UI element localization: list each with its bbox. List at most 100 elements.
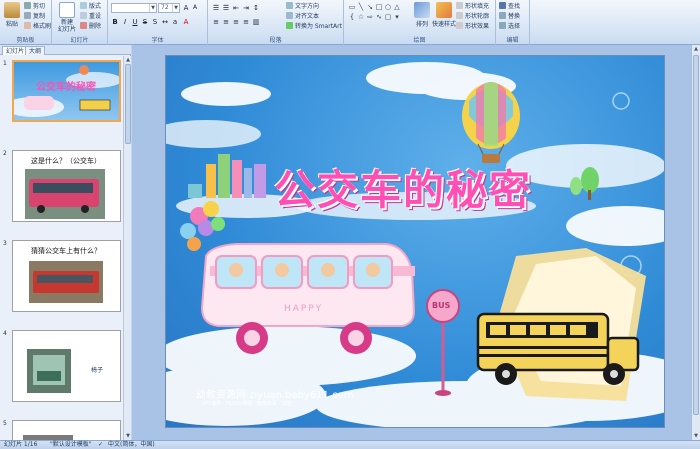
website-credit[interactable]: 幼教资源网 ziyuan.baby611.com — [196, 386, 353, 401]
triangle-shape-icon[interactable]: △ — [393, 3, 401, 11]
slide-thumbnail-4[interactable]: 4 椅子 — [0, 330, 122, 402]
shape-outline-button[interactable]: 形状轮廓 — [456, 12, 489, 21]
more-shapes-icon[interactable]: ▾ — [393, 13, 401, 21]
format-painter-button[interactable]: 格式刷 — [24, 22, 51, 31]
strikethrough-icon[interactable]: S — [141, 18, 149, 26]
chevron-down-icon[interactable]: ▼ — [149, 4, 156, 12]
scroll-down-icon[interactable]: ▼ — [692, 432, 700, 440]
tab-outline[interactable]: 大纲 — [25, 46, 46, 55]
numbering-icon[interactable]: ☰ — [222, 4, 230, 12]
slide-thumbnail-5[interactable]: 5 — [0, 420, 122, 440]
arrange-button[interactable]: 排列 — [412, 2, 432, 28]
slide-info: 幻灯片 1/16 — [4, 441, 38, 448]
smartart-button[interactable]: 转换为 SmartArt — [286, 22, 342, 31]
align-center-icon[interactable]: ≡ — [222, 18, 230, 26]
curve-shape-icon[interactable]: ∿ — [375, 13, 383, 21]
new-slide-button[interactable]: 新建 幻灯片 — [56, 2, 78, 33]
quick-styles-icon — [436, 2, 452, 18]
status-bar: 幻灯片 1/16 "默认设计模板" ✓ 中文(简体，中国) — [0, 440, 700, 449]
replace-button[interactable]: 替换 — [499, 12, 520, 21]
case-icon[interactable]: a — [171, 18, 179, 26]
decrease-indent-icon[interactable]: ⇤ — [232, 4, 240, 12]
italic-icon[interactable]: I — [121, 18, 129, 26]
font-group: ▼ 72 ▼ A A B I U S S ↔ a A 字体 — [108, 0, 208, 45]
spelling-icon[interactable]: ✓ — [98, 441, 103, 449]
new-slide-icon — [59, 2, 75, 18]
thumbnail-image: 公交车的秘密 — [12, 60, 121, 122]
slide-thumbnail-1[interactable]: 1 公交车的秘密 — [0, 60, 122, 122]
copy-button[interactable]: 复制 — [24, 12, 45, 21]
rounded-rect-shape-icon[interactable]: ▢ — [384, 13, 392, 21]
slide1-thumbnail-art: 公交车的秘密 — [14, 65, 119, 117]
svg-text:公交车的秘密: 公交车的秘密 — [36, 80, 96, 93]
justify-icon[interactable]: ≡ — [242, 18, 250, 26]
scroll-up-icon[interactable]: ▲ — [124, 56, 132, 64]
line-shape-icon[interactable]: ╲ — [357, 3, 365, 11]
scroll-up-icon[interactable]: ▲ — [692, 45, 700, 53]
pen-icon — [456, 12, 463, 19]
line-spacing-icon[interactable]: ↕ — [252, 4, 260, 12]
oval-shape-icon[interactable]: ○ — [384, 3, 392, 11]
slide-thumbnail-3[interactable]: 3 猜猜公交车上有什么？ — [0, 240, 122, 312]
shape-effects-button[interactable]: 形状效果 — [456, 22, 489, 31]
buildings — [188, 154, 266, 198]
replace-icon — [499, 12, 506, 19]
quick-styles-button[interactable]: 快速样式 — [432, 2, 456, 28]
text-direction-button[interactable]: 文字方向 — [286, 2, 319, 11]
chevron-down-icon[interactable]: ▼ — [172, 4, 179, 12]
right-arrow-shape-icon[interactable]: ⇨ — [366, 13, 374, 21]
slide-title: 这是什么？（公交车） — [31, 157, 101, 165]
textbox-shape-icon[interactable]: ▭ — [348, 3, 356, 11]
paste-button[interactable]: 粘贴 — [2, 2, 22, 28]
pane-scrollbar[interactable]: ▲ ▼ — [123, 56, 131, 440]
reset-button[interactable]: 重设 — [80, 12, 101, 21]
clipboard-group-label: 剪贴板 — [16, 37, 35, 44]
layout-button[interactable]: 版式 — [80, 2, 101, 11]
columns-icon[interactable]: ▥ — [252, 18, 260, 26]
scroll-thumb[interactable] — [693, 55, 699, 415]
spacing-icon[interactable]: ↔ — [161, 18, 169, 26]
align-left-icon[interactable]: ≡ — [212, 18, 220, 26]
increase-indent-icon[interactable]: ⇥ — [242, 4, 250, 12]
slide-scrollbar[interactable]: ▲ ▼ — [691, 45, 700, 440]
ribbon: 粘贴 剪切 复制 格式刷 剪贴板 新建 幻灯片 版式 重设 删除 幻灯片 ▼ 7… — [0, 0, 700, 45]
thumbnail-image — [12, 420, 121, 440]
bold-icon[interactable]: B — [111, 18, 119, 26]
cut-button[interactable]: 剪切 — [24, 2, 45, 11]
slide-illustration — [166, 62, 664, 427]
slide-title[interactable]: 公交车的秘密 — [274, 156, 532, 216]
shadow-icon[interactable]: S — [151, 18, 159, 26]
scroll-down-icon[interactable]: ▼ — [124, 432, 132, 440]
font-name-combo[interactable]: ▼ — [111, 3, 157, 13]
align-text-button[interactable]: 对齐文本 — [286, 12, 319, 21]
delete-button[interactable]: 删除 — [80, 22, 101, 31]
thumbnail-image: 猜猜公交车上有什么？ — [12, 240, 121, 312]
arrow-shape-icon[interactable]: ↘ — [366, 3, 374, 11]
layout-icon — [80, 2, 87, 9]
slide-title: 猜猜公交车上有什么？ — [31, 247, 101, 255]
font-color-icon[interactable]: A — [182, 18, 190, 26]
theme-name[interactable]: "默认设计模板" — [50, 441, 92, 449]
slide-number: 2 — [3, 150, 7, 157]
scroll-thumb[interactable] — [125, 64, 131, 144]
shrink-font-icon[interactable]: A — [191, 4, 199, 12]
select-button[interactable]: 选择 — [499, 22, 520, 31]
bullets-icon[interactable]: ☰ — [212, 4, 220, 12]
text-direction-icon — [286, 2, 293, 9]
star-shape-icon[interactable]: ☆ — [357, 13, 365, 21]
align-text-icon — [286, 12, 293, 19]
current-slide[interactable]: 公交车的秘密 HAPPY BUS 幼教资源网 ziyuan.baby611.co… — [165, 55, 665, 428]
find-button[interactable]: 查找 — [499, 2, 520, 11]
shape-fill-button[interactable]: 形状填充 — [456, 2, 489, 11]
slide4-thumbnail-art — [27, 349, 71, 393]
align-right-icon[interactable]: ≡ — [232, 18, 240, 26]
language[interactable]: 中文(简体，中国) — [108, 441, 155, 449]
paste-icon — [4, 2, 20, 18]
grow-font-icon[interactable]: A — [182, 4, 190, 12]
font-size-combo[interactable]: 72 ▼ — [158, 3, 180, 13]
slide4-caption: 椅子 — [91, 367, 104, 374]
slide-thumbnail-2[interactable]: 2 这是什么？（公交车） — [0, 150, 122, 222]
rectangle-shape-icon[interactable]: □ — [375, 3, 383, 11]
underline-icon[interactable]: U — [131, 18, 139, 26]
bracket-shape-icon[interactable]: { — [348, 13, 356, 21]
